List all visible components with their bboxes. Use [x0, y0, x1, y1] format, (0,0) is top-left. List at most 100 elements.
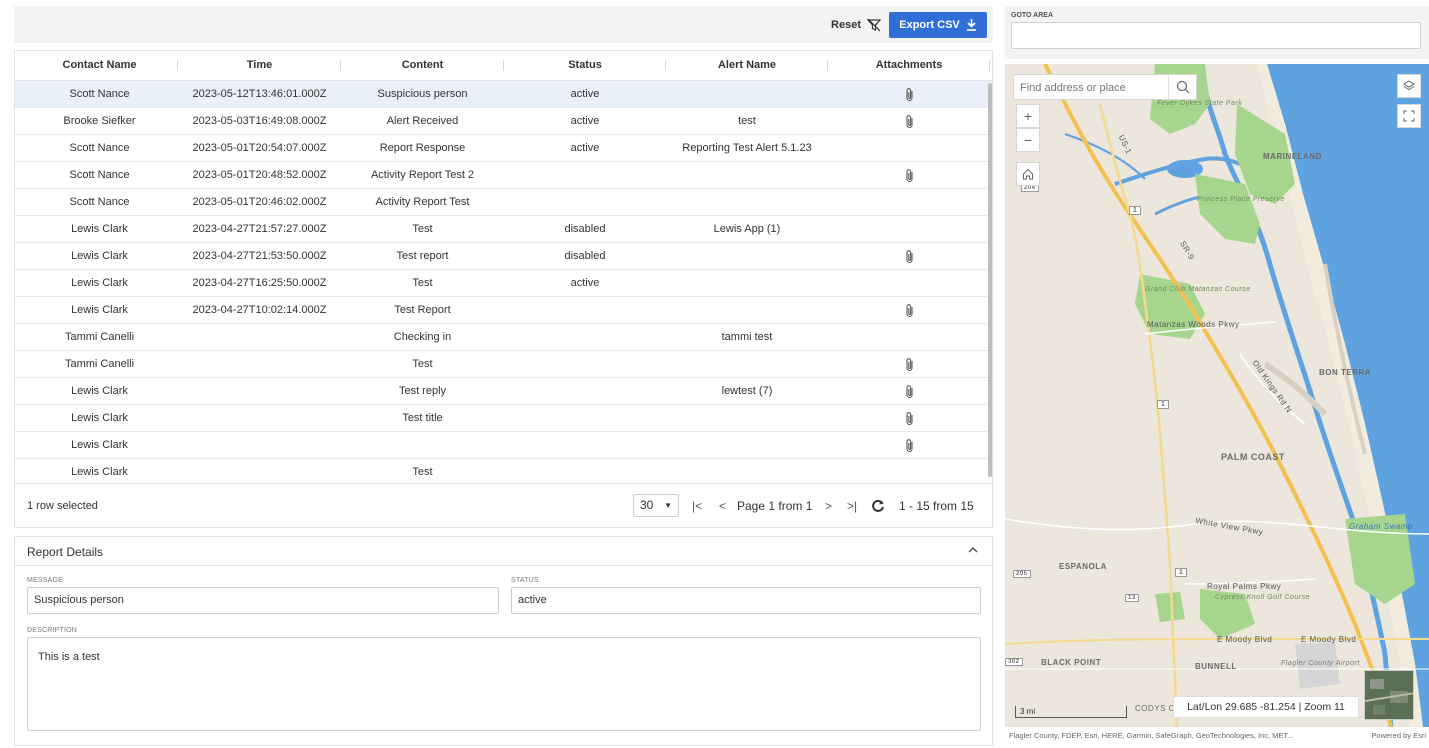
- report-details-panel: Report Details MESSAGE Suspicious person…: [14, 536, 993, 746]
- chevron-up-icon[interactable]: [966, 543, 980, 557]
- table-row[interactable]: Tammi Canelli Checking in tammi test: [15, 324, 989, 351]
- cell-contact-name: Brooke Siefker: [63, 115, 136, 127]
- first-page-button[interactable]: |<: [692, 484, 702, 528]
- cell-alert-name: [666, 270, 828, 297]
- column-header-alert-name[interactable]: Alert Name: [666, 51, 828, 80]
- home-button[interactable]: [1016, 162, 1040, 186]
- cell-time: [178, 351, 341, 378]
- column-header-time[interactable]: Time: [178, 51, 341, 80]
- table-row[interactable]: Lewis Clark 2023-04-27T21:57:27.000Z Test d…: [15, 216, 989, 243]
- paperclip-icon[interactable]: [902, 87, 918, 103]
- details-title: Report Details: [27, 545, 104, 559]
- map-search-button[interactable]: [1168, 75, 1196, 99]
- table-row[interactable]: Lewis Clark Test reply lewtest (7): [15, 378, 989, 405]
- prev-page-button[interactable]: <: [719, 484, 726, 528]
- zoom-in-button[interactable]: +: [1016, 104, 1040, 128]
- home-icon: [1023, 168, 1033, 180]
- goto-area-input[interactable]: [1011, 22, 1421, 49]
- message-label: MESSAGE: [27, 577, 64, 584]
- table-row[interactable]: Scott Nance 2023-05-01T20:48:52.000Z Activ…: [15, 162, 989, 189]
- cell-contact-name: Lewis Clark: [71, 439, 128, 451]
- layers-button[interactable]: [1397, 74, 1421, 98]
- reports-panel: Reset Export CSV Contact Name Time Conte…: [14, 6, 993, 746]
- page-size-select[interactable]: 30 ▼: [633, 494, 679, 517]
- paperclip-icon[interactable]: [902, 438, 918, 454]
- map-label-bon-terra: BON TERRA: [1319, 368, 1372, 377]
- cell-alert-name: lewtest (7): [721, 385, 773, 397]
- paperclip-icon[interactable]: [902, 168, 918, 184]
- table-row[interactable]: Scott Nance 2023-05-01T20:54:07.000Z Repor…: [15, 135, 989, 162]
- export-csv-button[interactable]: Export CSV: [889, 12, 987, 38]
- cell-alert-name: [666, 432, 828, 459]
- table-row[interactable]: Tammi Canelli Test: [15, 351, 989, 378]
- table-row[interactable]: Scott Nance 2023-05-01T20:46:02.000Z Activ…: [15, 189, 989, 216]
- details-header[interactable]: Report Details: [15, 537, 992, 565]
- table-row[interactable]: Scott Nance 2023-05-12T13:46:01.000Z Suspi…: [15, 81, 989, 108]
- cell-time: 2023-05-12T13:46:01.000Z: [192, 88, 327, 100]
- map-label-graham-swamp: Graham Swamp: [1349, 522, 1413, 531]
- cell-content: Test: [412, 223, 433, 235]
- cell-alert-name: [666, 189, 828, 216]
- message-field[interactable]: Suspicious person: [27, 587, 499, 614]
- map-label-espanola: ESPANOLA: [1059, 562, 1107, 571]
- download-icon: [966, 19, 976, 31]
- table-row[interactable]: Lewis Clark Test: [15, 459, 989, 482]
- cell-contact-name: Tammi Canelli: [64, 331, 135, 343]
- zoom-out-button[interactable]: −: [1016, 128, 1040, 152]
- status-field[interactable]: active: [511, 587, 981, 614]
- column-header-content[interactable]: Content: [341, 51, 504, 80]
- column-header-contact-name[interactable]: Contact Name: [15, 51, 184, 80]
- map-shield-302: 302: [1005, 658, 1023, 666]
- map-search: Find address or place: [1013, 74, 1197, 100]
- grid-header: Contact Name Time Content Status Alert N…: [15, 51, 992, 81]
- cell-content: [341, 432, 504, 459]
- table-row[interactable]: Lewis Clark 2023-04-27T16:25:50.000Z Test a…: [15, 270, 989, 297]
- table-row[interactable]: Brooke Siefker 2023-05-03T16:49:08.000Z Al…: [15, 108, 989, 135]
- cell-content: Test: [412, 358, 433, 370]
- cell-contact-name: Lewis Clark: [71, 223, 128, 235]
- scale-bar: 3 mi: [1015, 706, 1127, 718]
- reset-button[interactable]: Reset: [831, 12, 881, 38]
- table-row[interactable]: Lewis Clark 2023-04-27T10:02:14.000Z Test …: [15, 297, 989, 324]
- table-row[interactable]: Lewis Clark: [15, 432, 989, 459]
- cell-alert-name: [666, 405, 828, 432]
- paperclip-icon[interactable]: [902, 384, 918, 400]
- cell-alert-name: [666, 297, 828, 324]
- map-view[interactable]: Fever-Dykes State Park MARINELAND Prince…: [1005, 64, 1429, 727]
- next-page-button[interactable]: >: [825, 484, 832, 528]
- column-header-status[interactable]: Status: [504, 51, 666, 80]
- paperclip-icon[interactable]: [902, 357, 918, 373]
- paperclip-icon[interactable]: [902, 411, 918, 427]
- fullscreen-button[interactable]: [1397, 104, 1421, 128]
- paperclip-icon[interactable]: [902, 303, 918, 319]
- grid-scrollbar[interactable]: [988, 81, 992, 477]
- description-field[interactable]: This is a test: [27, 637, 981, 731]
- cell-alert-name: Reporting Test Alert 5.1.23: [682, 142, 812, 154]
- refresh-button[interactable]: [871, 484, 885, 531]
- basemap-toggle[interactable]: [1364, 670, 1414, 720]
- column-separator[interactable]: [989, 60, 990, 71]
- paperclip-icon[interactable]: [902, 249, 918, 265]
- paperclip-icon[interactable]: [902, 114, 918, 130]
- layers-icon: [1403, 80, 1415, 91]
- cell-contact-name: Lewis Clark: [71, 277, 128, 289]
- cell-content: Test Report: [394, 304, 451, 316]
- column-header-attachments[interactable]: Attachments: [828, 51, 990, 80]
- cell-status: [504, 459, 666, 482]
- cell-content: Test report: [396, 250, 449, 262]
- last-page-button[interactable]: >|: [847, 484, 857, 528]
- table-row[interactable]: Lewis Clark 2023-04-27T21:53:50.000Z Test …: [15, 243, 989, 270]
- powered-by-esri[interactable]: Powered by Esri: [1371, 727, 1426, 745]
- cell-status: active: [570, 115, 600, 127]
- cell-contact-name: Scott Nance: [69, 88, 130, 100]
- cell-content: Test reply: [398, 385, 447, 397]
- cell-status: [504, 432, 666, 459]
- grid-scrollbar-thumb[interactable]: [988, 83, 992, 477]
- first-page-icon: |<: [692, 499, 703, 513]
- map-attribution: Flagler County, FDEP, Esri, HERE, Garmin…: [1005, 727, 1429, 745]
- cell-status: [504, 162, 666, 189]
- cell-time: [178, 324, 341, 351]
- map-search-input[interactable]: Find address or place: [1020, 75, 1126, 101]
- cell-alert-name: [666, 351, 828, 378]
- table-row[interactable]: Lewis Clark Test title: [15, 405, 989, 432]
